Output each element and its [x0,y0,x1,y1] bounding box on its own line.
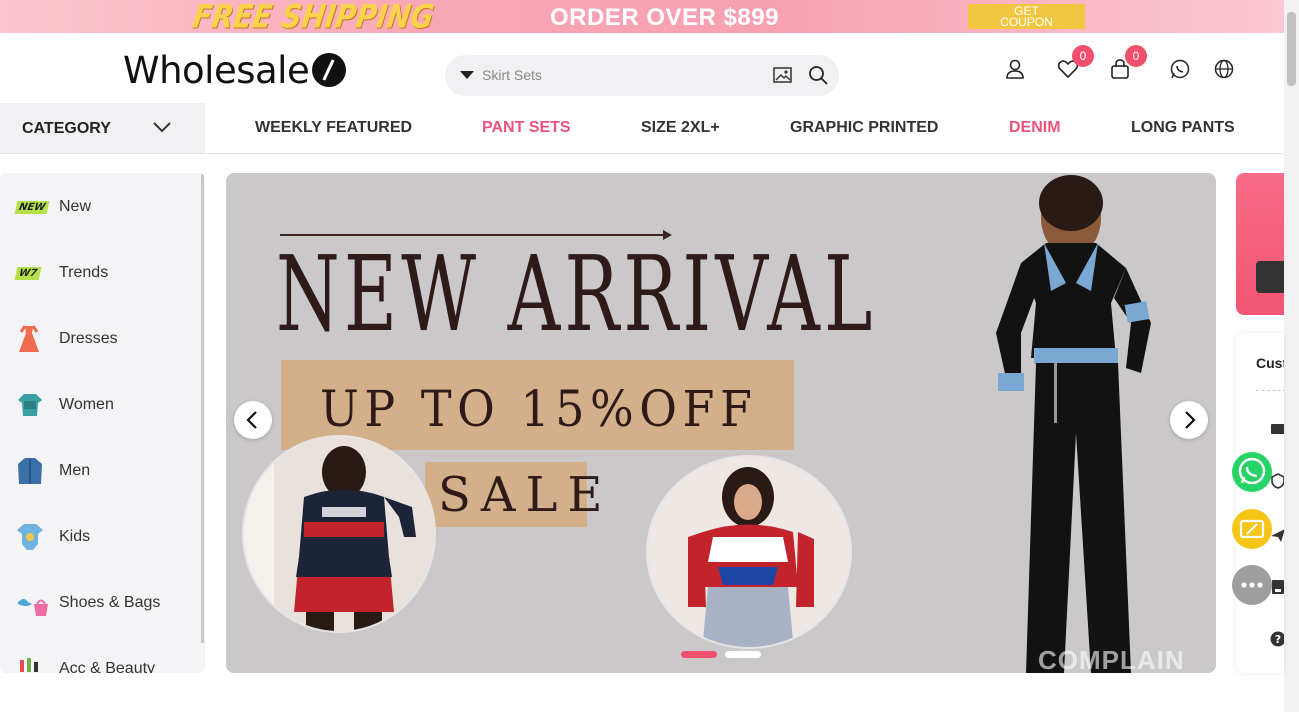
chevron-down-icon [153,122,171,133]
nav-link-weekly-featured[interactable]: WEEKLY FEATURED [255,119,412,137]
nav-link-pant-sets[interactable]: PANT SETS [482,119,571,137]
carousel-dot-2[interactable] [725,651,761,658]
banner-headline: NEW ARRIVAL [276,233,877,355]
order-over-text: ORDER OVER $899 [550,4,779,31]
document-icon[interactable] [1270,579,1284,595]
get-coupon-button[interactable]: GET COUPON [968,4,1085,29]
nav-link-long-pants[interactable]: LONG PANTS [1131,119,1235,137]
page-scrollbar[interactable] [1284,0,1299,712]
beauty-icon [16,652,52,673]
model-racing-jacket-image [648,457,850,647]
sidebar-item-label: Trends [59,264,109,281]
model-red-set-image [244,437,434,631]
search-dropdown-caret-icon[interactable] [460,71,474,79]
cart-count-badge: 0 [1125,45,1147,67]
new-tag-icon: NEW [14,190,52,224]
whatsapp-icon[interactable] [1169,58,1191,80]
free-shipping-text: FREE SHIPPING [190,0,437,36]
image-search-icon[interactable] [773,67,792,83]
sidebar-item-new[interactable]: NEW New [14,190,92,224]
sidebar-item-women[interactable]: Women [16,388,114,422]
nav-link-size-2xl[interactable]: SIZE 2XL+ [641,119,720,137]
sidebar-item-label: Kids [59,528,91,545]
sidebar-item-shoes-bags[interactable]: Shoes & Bags [16,586,160,620]
sidebar-item-kids[interactable]: Kids [16,520,90,554]
trends-tag: W7 [14,266,42,280]
coupon-fab-button[interactable] [1232,509,1272,549]
kids-onesie-icon [16,520,52,554]
logo-mark-icon [312,53,347,87]
sidebar-item-acc-beauty[interactable]: Acc & Beauty [16,652,155,673]
shoes-bag-icon [16,586,52,620]
ticket-icon[interactable] [1270,421,1284,437]
search-bar [445,55,839,96]
product-photo-circle-right[interactable] [646,455,852,649]
women-top-icon [16,388,52,422]
category-sidebar: NEW New W7 Trends Dresses Women Men Kids… [0,173,205,673]
complain-watermark: COMPLAIN [1038,645,1185,673]
nav-link-graphic-printed[interactable]: GRAPHIC PRINTED [790,119,938,137]
help-question-icon[interactable]: ? [1270,631,1284,647]
whatsapp-fab-icon [1238,457,1266,485]
scrollbar-thumb[interactable] [1287,12,1296,86]
product-photo-circle-left[interactable] [242,435,436,633]
category-label: CATEGORY [22,120,111,137]
search-icon[interactable] [808,65,828,85]
search-input[interactable] [482,64,782,86]
sidebar-item-dresses[interactable]: Dresses [16,322,118,356]
promo-banner[interactable]: FREE SHIPPING ORDER OVER $899 GET COUPON [0,0,1284,36]
carousel-next-button[interactable] [1170,401,1208,439]
carousel-dot-1[interactable] [681,651,717,658]
site-logo[interactable]: Wholesale [123,48,347,92]
sidebar-item-label: Shoes & Bags [59,594,161,611]
language-globe-icon[interactable] [1213,58,1235,80]
svg-text:?: ? [1275,633,1281,646]
trends-tag-icon: W7 [14,256,52,290]
account-icon[interactable] [1004,58,1026,80]
customer-service-title: Cust [1256,355,1284,371]
coupon-line-2: COUPON [1000,15,1053,29]
customer-card-divider [1256,390,1284,391]
logo-text: Wholesale [123,48,310,92]
men-jacket-icon [16,454,52,488]
hero-carousel[interactable]: NEW ARRIVAL UP TO 15%OFF SALE COMPLAIN [226,173,1216,673]
sidebar-item-label: Acc & Beauty [59,660,156,673]
more-options-button[interactable] [1232,565,1272,605]
sidebar-item-men[interactable]: Men [16,454,90,488]
carousel-pagination [681,651,761,658]
category-dropdown[interactable]: CATEGORY [0,103,205,153]
more-dots-icon [1241,582,1263,588]
chevron-right-icon [1185,411,1196,429]
sidebar-item-trends[interactable]: W7 Trends [14,256,109,290]
member-promo-card[interactable] [1236,173,1284,315]
nav-link-denim[interactable]: DENIM [1009,119,1061,137]
sidebar-item-label: Women [59,396,114,413]
carousel-prev-button[interactable] [234,401,272,439]
sidebar-scrollbar[interactable] [201,173,204,643]
plane-icon[interactable] [1270,527,1284,543]
banner-sale-text: SALE [438,467,613,523]
wishlist-count-badge: 0 [1072,45,1094,67]
sidebar-item-label: Dresses [59,330,118,347]
new-tag: NEW [14,200,50,214]
coupon-ticket-icon [1239,519,1265,539]
dress-icon [16,322,52,356]
sidebar-item-label: Men [59,462,91,479]
customer-service-card: Cust ? [1236,333,1284,673]
shield-icon[interactable] [1270,473,1284,489]
sidebar-item-label: New [59,198,92,215]
member-promo-button[interactable] [1256,261,1284,293]
banner-offer-text: UP TO 15%OFF [320,380,758,438]
chevron-left-icon [246,411,257,429]
whatsapp-chat-button[interactable] [1232,452,1272,492]
nav-divider [0,153,1284,154]
